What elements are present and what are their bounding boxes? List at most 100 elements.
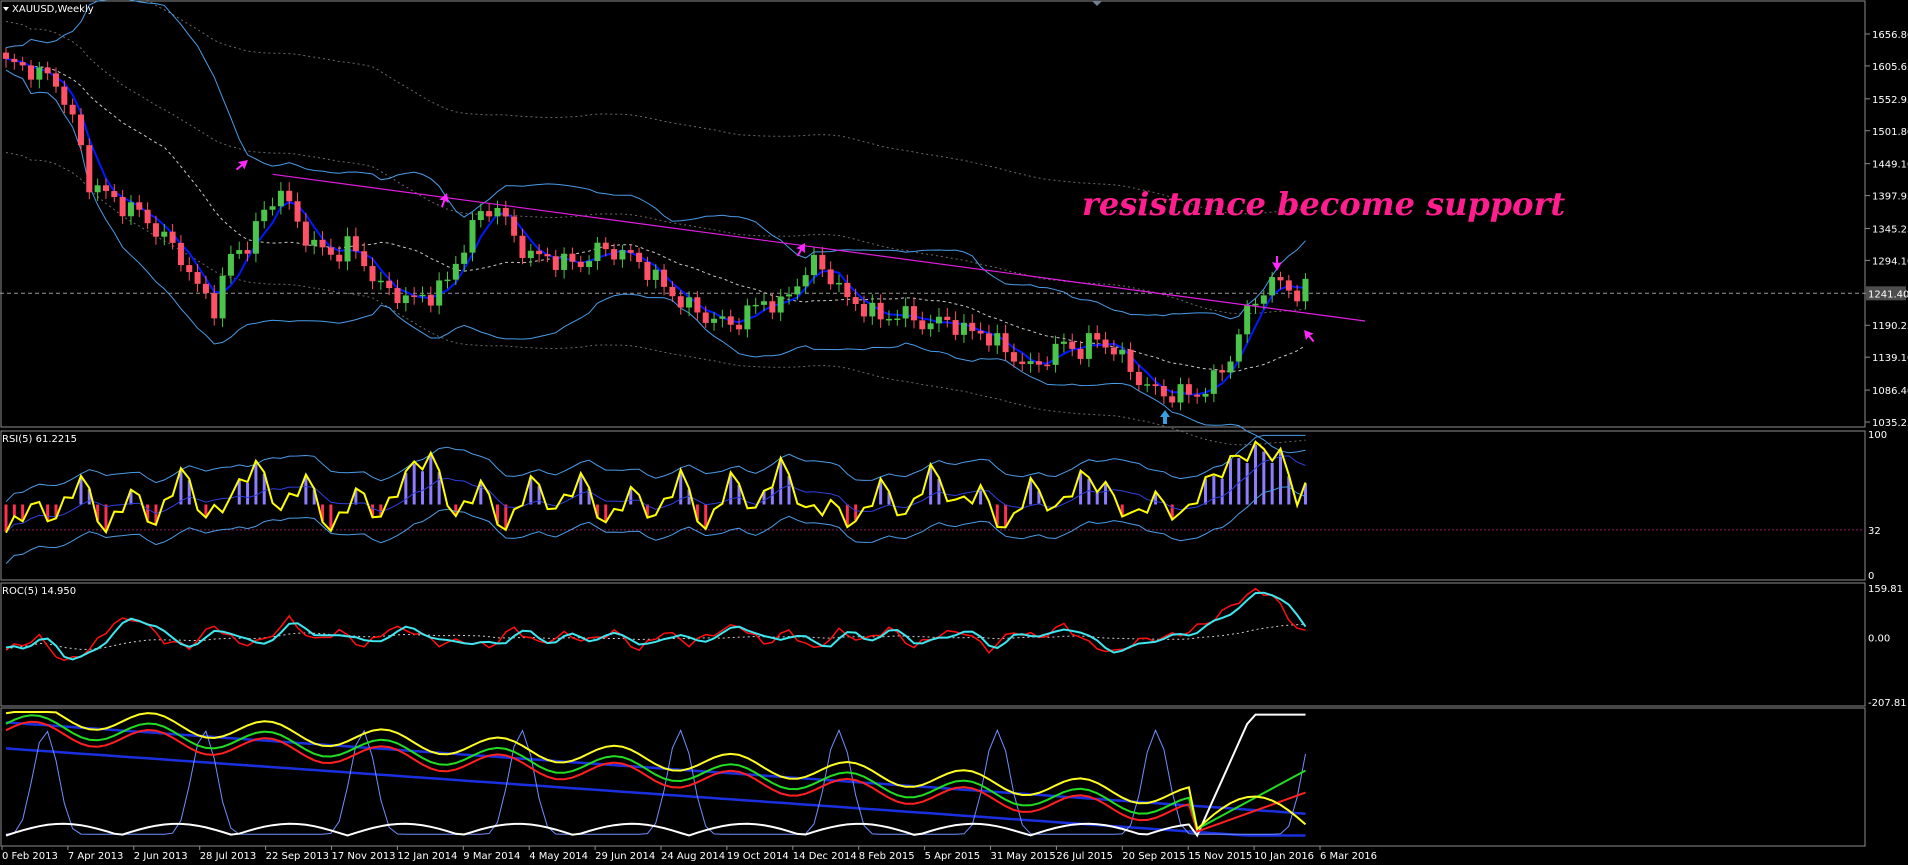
candle-body: [669, 286, 676, 297]
rsi-histogram-bar: [1004, 504, 1008, 527]
time-axis-label: 31 May 2015: [991, 851, 1056, 862]
time-axis-label: 6 Mar 2016: [1320, 851, 1377, 862]
time-axis-label: 2 Jun 2013: [134, 851, 188, 862]
candle-body: [569, 253, 576, 262]
rsi-histogram-bar: [254, 462, 258, 505]
lower-indicator-panel[interactable]: [0, 707, 1866, 847]
candle-body: [777, 296, 784, 313]
candle-body: [52, 73, 59, 87]
candle-body: [1269, 277, 1276, 296]
candle-body: [144, 209, 151, 224]
candle-body: [711, 318, 718, 323]
candle-body: [236, 250, 243, 254]
candle-body: [1069, 341, 1076, 349]
candle-body: [894, 318, 901, 321]
roc-axis-label: 0.00: [1868, 634, 1890, 645]
candle-body: [869, 302, 876, 317]
candle-body: [611, 249, 618, 260]
candle-body: [427, 294, 434, 306]
time-axis-label: 8 Feb 2015: [859, 851, 915, 862]
candle-body: [377, 280, 384, 283]
candle-body: [1260, 295, 1267, 304]
candle-body: [885, 318, 892, 321]
rsi-histogram-bar: [12, 504, 16, 516]
candle-body: [1102, 339, 1109, 348]
candle-body: [1202, 393, 1209, 397]
rsi-histogram-bar: [1229, 458, 1233, 505]
time-axis-label: 9 Mar 2014: [463, 851, 520, 862]
rsi-histogram-bar: [579, 474, 583, 505]
candle-body: [769, 301, 776, 313]
candle-body: [452, 263, 459, 280]
time-axis-label: 22 Sep 2013: [266, 851, 329, 862]
candle-body: [902, 306, 909, 319]
candle-body: [977, 330, 984, 334]
candle-body: [1019, 361, 1026, 365]
rsi-histogram-bar: [104, 504, 108, 531]
rsi-histogram-bar: [1270, 462, 1274, 505]
candle-body: [994, 333, 1001, 346]
candle-body: [94, 185, 101, 193]
candle-body: [1160, 386, 1167, 397]
candle-body: [1077, 348, 1084, 359]
candle-body: [944, 316, 951, 321]
rsi-label: RSI(5) 61.2215: [2, 434, 77, 445]
price-axis-label: 1139.10: [1872, 353, 1908, 364]
time-axis-label: 17 Nov 2013: [332, 851, 396, 862]
rsi-histogram-bar: [1220, 478, 1224, 505]
candle-body: [927, 323, 934, 330]
candle-body: [644, 261, 651, 280]
candle-body: [244, 250, 251, 254]
candle-body: [1235, 334, 1242, 362]
candle-body: [86, 145, 93, 193]
candle-body: [161, 231, 168, 237]
candle-body: [1227, 361, 1234, 373]
candle-body: [910, 306, 917, 321]
candle-body: [1152, 384, 1159, 387]
candle-body: [1035, 361, 1042, 365]
time-axis-label: 7 Apr 2013: [68, 851, 123, 862]
candle-body: [461, 252, 468, 264]
candle-body: [811, 254, 818, 276]
price-axis-label: 1656.80: [1872, 30, 1908, 41]
rsi-histogram-bar: [1212, 475, 1216, 505]
time-axis-label: 14 Dec 2014: [793, 851, 857, 862]
candle-body: [860, 304, 867, 317]
candle-body: [636, 252, 643, 262]
candle-body: [577, 261, 584, 268]
candle-body: [469, 220, 476, 253]
candle-body: [169, 231, 176, 243]
candle-body: [511, 216, 518, 236]
candle-body: [544, 254, 551, 257]
candle-body: [1060, 341, 1067, 344]
roc-label: ROC(5) 14.950: [2, 586, 76, 597]
rsi-histogram-bar: [779, 460, 783, 505]
time-axis-label: 4 May 2014: [529, 851, 588, 862]
candle-body: [1219, 370, 1226, 373]
candle-body: [311, 239, 318, 246]
candle-body: [802, 275, 809, 287]
rsi-panel[interactable]: [0, 430, 1866, 581]
rsi-histogram-bar: [329, 504, 333, 530]
candle-body: [736, 324, 743, 330]
candle-body: [319, 239, 326, 248]
roc-panel[interactable]: [0, 582, 1866, 707]
candle-body: [69, 104, 76, 115]
time-axis-label: 0 Feb 2013: [2, 851, 58, 862]
resistance-support-annotation: resistance become support: [1082, 185, 1565, 223]
price-axis-label: 1605.65: [1872, 62, 1908, 73]
candle-body: [477, 211, 484, 221]
candle-body: [36, 67, 43, 80]
candle-body: [361, 251, 368, 267]
rsi-histogram-bar: [246, 482, 250, 505]
trading-chart[interactable]: 1656.80 1605.65 1552.95 1501.80 1449.10 1397.…: [0, 0, 1908, 862]
rsi-histogram-bar: [1245, 463, 1249, 505]
candle-body: [761, 301, 768, 305]
candle-body: [44, 67, 51, 74]
candle-body: [952, 320, 959, 335]
candle-body: [686, 297, 693, 308]
candle-body: [586, 261, 593, 268]
candle-body: [1052, 343, 1059, 365]
candle-body: [444, 279, 451, 282]
candle-body: [436, 280, 443, 306]
